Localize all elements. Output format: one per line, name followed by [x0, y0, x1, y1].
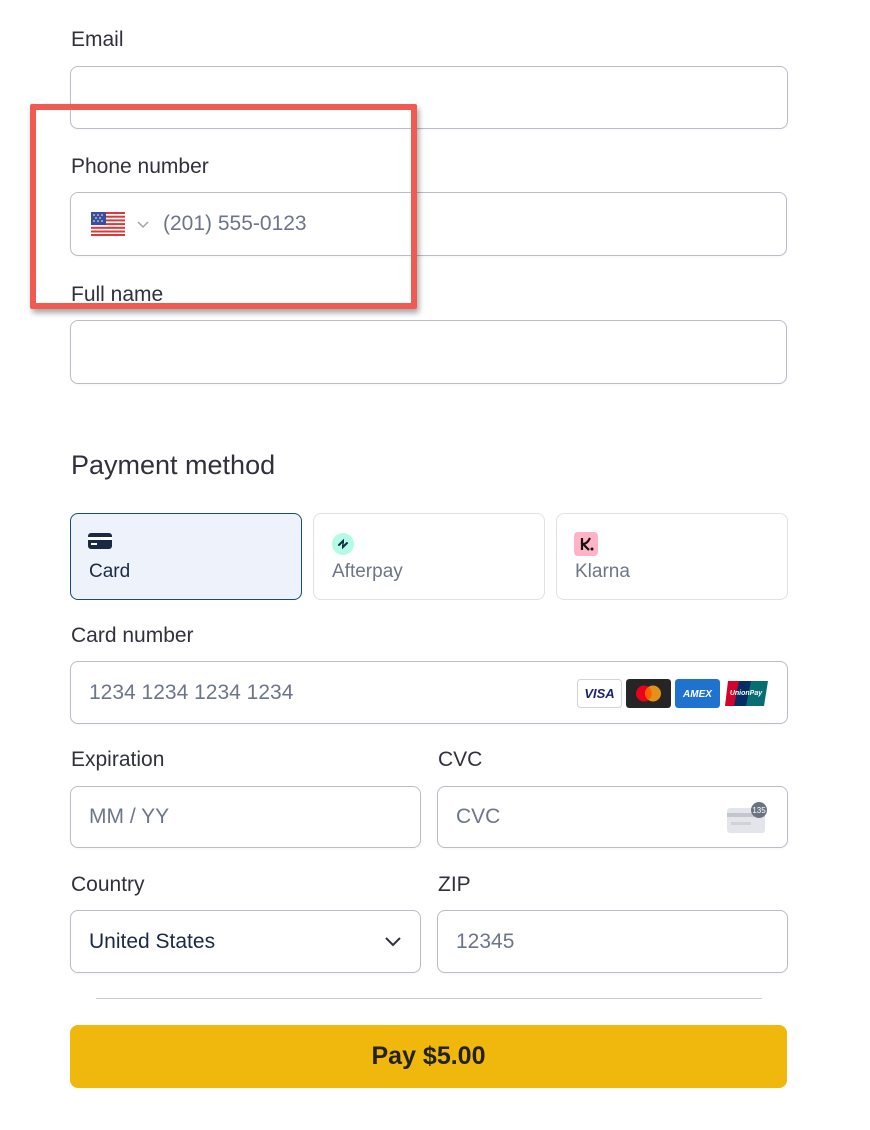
card-number-label: Card number: [71, 624, 194, 647]
country-label: Country: [71, 873, 145, 896]
zip-label: ZIP: [438, 873, 471, 896]
card-icon: [88, 533, 112, 549]
afterpay-icon: [332, 533, 354, 555]
full-name-label: Full name: [71, 283, 164, 306]
visa-text: VISA: [584, 686, 614, 701]
cvc-label: CVC: [438, 748, 483, 771]
unionpay-icon: UnionPay: [724, 679, 769, 708]
visa-icon: VISA: [577, 679, 622, 708]
payment-tab-afterpay[interactable]: Afterpay: [313, 513, 545, 600]
country-value: United States: [89, 929, 216, 953]
amex-text: AMEX: [682, 689, 713, 700]
payment-tab-klarna-label: Klarna: [575, 561, 630, 582]
country-select[interactable]: United States: [70, 910, 421, 973]
chevron-down-icon: [385, 937, 401, 947]
highlight-box: [30, 104, 417, 309]
expiration-field[interactable]: MM / YY: [70, 786, 421, 848]
mastercard-icon: [626, 679, 671, 708]
expiration-label: Expiration: [71, 748, 165, 771]
email-label: Email: [71, 28, 124, 51]
pay-button[interactable]: Pay $5.00: [70, 1025, 787, 1088]
divider: [96, 998, 762, 999]
payment-tab-afterpay-label: Afterpay: [332, 561, 403, 582]
cvc-placeholder: CVC: [456, 805, 501, 828]
klarna-icon: [574, 532, 598, 556]
card-brands: VISA AMEX UnionPay: [577, 679, 769, 708]
payment-tab-card-label: Card: [89, 561, 131, 582]
full-name-field[interactable]: [70, 320, 787, 384]
expiration-placeholder: MM / YY: [89, 805, 170, 828]
amex-icon: AMEX: [675, 679, 720, 708]
unionpay-text: UnionPay: [730, 690, 763, 697]
payment-tab-klarna[interactable]: Klarna: [556, 513, 788, 600]
cvc-card-icon: 135: [727, 802, 767, 833]
zip-field[interactable]: 12345: [437, 910, 788, 973]
payment-method-title: Payment method: [71, 450, 276, 480]
card-number-field[interactable]: 1234 1234 1234 1234 VISA AMEX UnionPay: [70, 661, 788, 724]
cvc-badge-text: 135: [752, 806, 766, 815]
payment-tab-card[interactable]: Card: [70, 513, 302, 600]
cvc-field[interactable]: CVC 135: [437, 786, 788, 848]
zip-placeholder: 12345: [456, 929, 515, 953]
card-number-placeholder: 1234 1234 1234 1234: [89, 680, 294, 704]
